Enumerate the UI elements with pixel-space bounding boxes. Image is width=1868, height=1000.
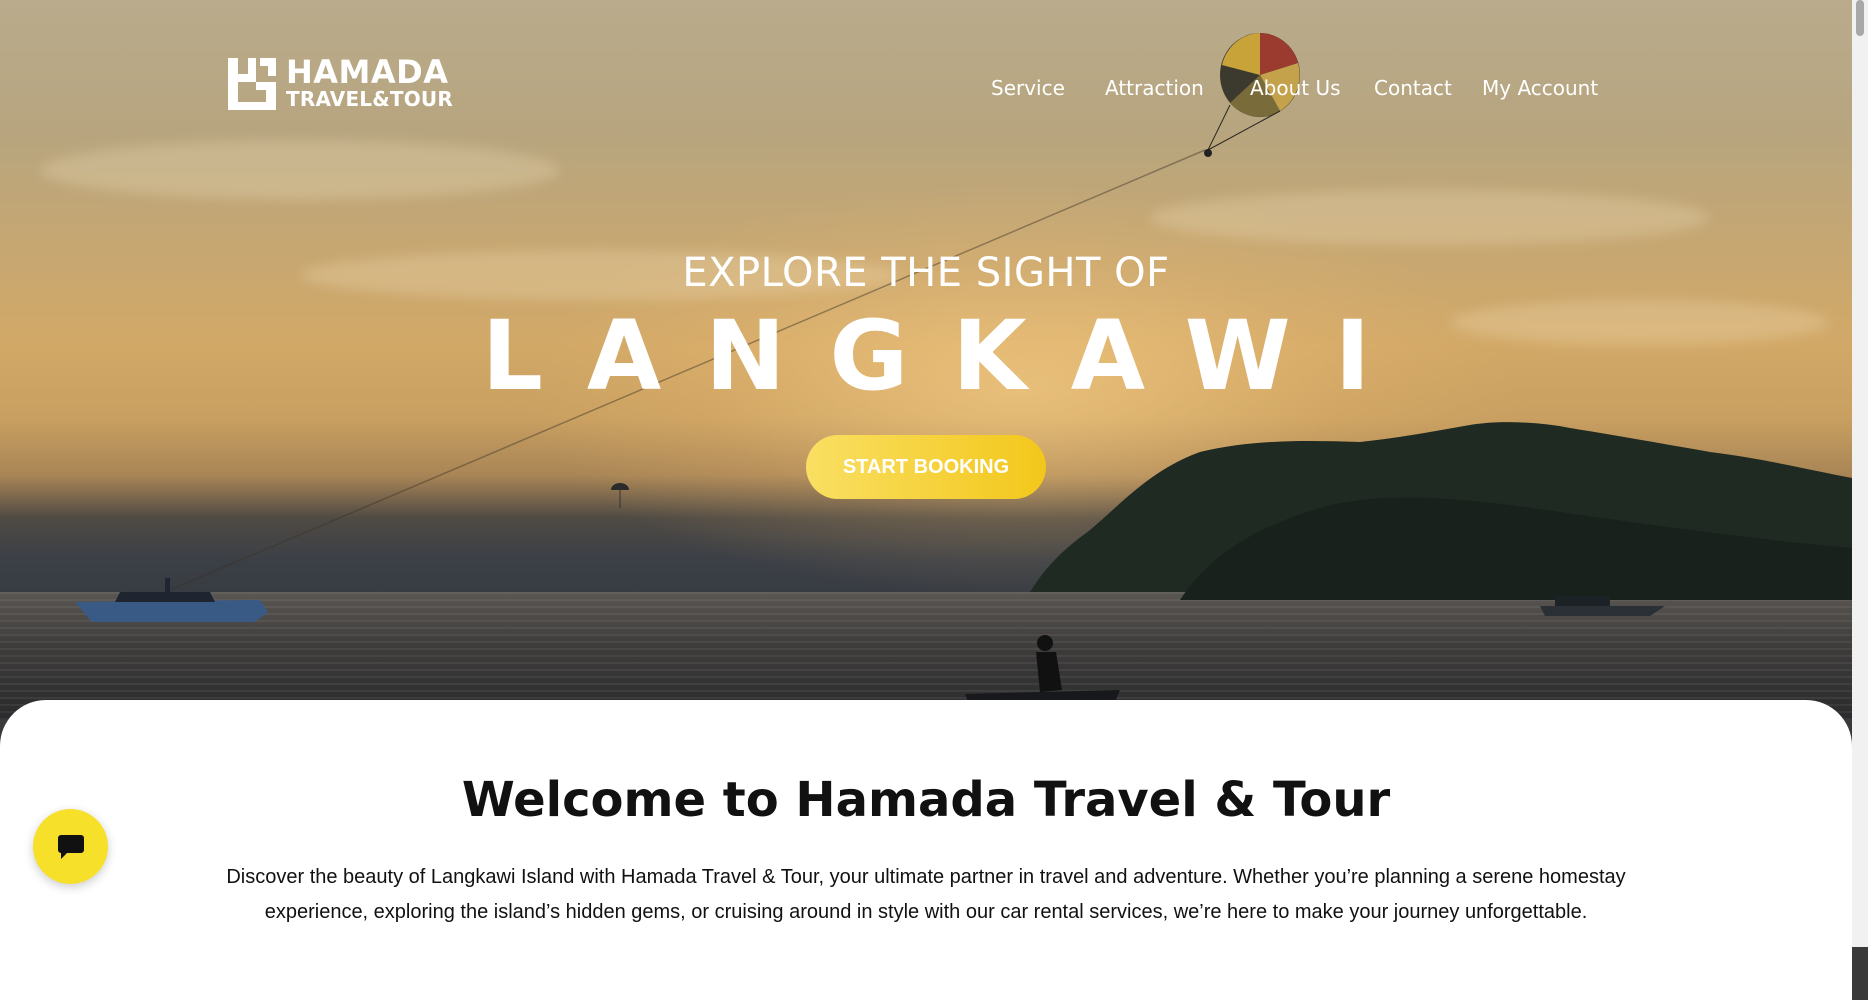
nav-item-about-us[interactable]: About Us — [1250, 76, 1341, 100]
scrollbar-thumb[interactable] — [1856, 0, 1864, 36]
welcome-title: Welcome to Hamada Travel & Tour — [461, 772, 1391, 828]
hero-kicker: EXPLORE THE SIGHT OF — [682, 250, 1170, 296]
nav-item-my-account[interactable]: My Account — [1482, 76, 1598, 100]
nav-item-service[interactable]: Service — [991, 76, 1065, 100]
hero-headline: LANGKAWI — [481, 300, 1415, 412]
chat-button[interactable] — [33, 809, 108, 884]
hero-section: HAMADA TRAVEL&TOUR Service Attraction Ab… — [0, 0, 1868, 720]
welcome-body: Discover the beauty of Langkawi Island w… — [226, 866, 1626, 923]
nav-item-attraction[interactable]: Attraction — [1105, 76, 1204, 100]
chat-bubble-icon — [57, 834, 84, 859]
nav-item-contact[interactable]: Contact — [1374, 76, 1452, 100]
welcome-section: Welcome to Hamada Travel & Tour Discover… — [0, 700, 1852, 1000]
distant-parasail — [611, 483, 629, 508]
start-booking-button[interactable]: START BOOKING — [806, 435, 1046, 499]
main-nav: Service Attraction About Us Contact My A… — [0, 76, 1868, 106]
speedboat — [75, 578, 268, 622]
page-scrollbar[interactable] — [1852, 0, 1868, 947]
jetski-rider — [965, 635, 1120, 706]
